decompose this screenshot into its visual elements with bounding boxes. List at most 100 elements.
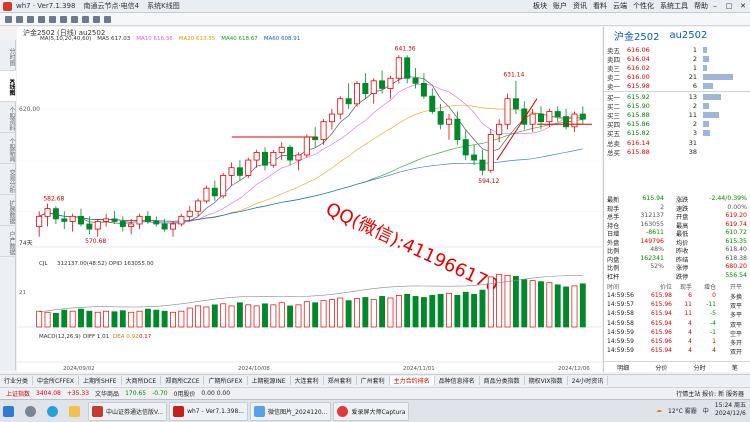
candle-body (479, 159, 486, 171)
orderbook-row[interactable]: 买五 615.82 3 (604, 129, 750, 138)
volume-bar (295, 304, 302, 328)
market-tab[interactable]: 中金所CFFEX (33, 376, 80, 385)
tab-extended[interactable]: 扩展数据 (0, 195, 16, 226)
quote-footer-tab[interactable]: 笔 (732, 363, 738, 372)
orderbook-row[interactable]: 总卖 616.14 31 (604, 138, 750, 148)
menu-board[interactable]: 板块 (533, 1, 547, 11)
market-tab[interactable]: 商品分类指数 (480, 376, 525, 385)
market-tab[interactable]: 大商所DCE (122, 376, 162, 385)
market-tab[interactable]: 上期所SHFE (79, 376, 122, 385)
app-title: wh7 · Ver7.1.398 (16, 2, 76, 10)
menu-cloud[interactable]: 云端 (613, 1, 627, 11)
stat-label: 昨收 (676, 248, 689, 255)
stat-value: 615.35 (725, 237, 747, 245)
trade-qty: 4 (688, 338, 692, 345)
trade-time: 14:59:58 (607, 319, 634, 327)
stat-value: -2.44/0.39% (709, 195, 747, 202)
volume-bar (236, 302, 243, 328)
market-tab[interactable]: 主力合约排名 (389, 376, 435, 385)
taskbar-pinned-edge[interactable] (44, 402, 64, 421)
volume-bar (446, 292, 452, 328)
taskbar-app-1[interactable]: 中山证券通达信版V... (88, 401, 168, 421)
stat-row: 内盘 162341 昨结 618.38 (604, 254, 750, 264)
volume-bar (571, 285, 578, 328)
quote-footer-tab[interactable]: 明细 (617, 363, 629, 372)
candle-body (462, 139, 469, 156)
col-open: 开平 (729, 284, 742, 291)
stat-label: 最低 (676, 231, 689, 238)
maximize-icon[interactable]: □ (724, 2, 734, 10)
orderbook-price: 615.92 (627, 92, 650, 101)
candle-body (61, 218, 68, 222)
tab-intraday[interactable]: 分时图 (0, 40, 16, 71)
menu-personal[interactable]: 个性化 (633, 1, 654, 11)
market-tab[interactable]: 上期能源INE (248, 376, 291, 385)
date-axis-label: 2024/11/01 (403, 366, 435, 372)
tab-product[interactable]: 户产数据 (0, 226, 16, 257)
taskbar-search[interactable] (22, 402, 42, 421)
candle-body (278, 146, 285, 153)
taskbar-pinned-folder[interactable] (66, 402, 86, 421)
volume-bar (579, 283, 586, 328)
trade-price: 615.94 (651, 310, 672, 318)
stat-row: 比例 52% 涨停 680.20 (604, 263, 750, 272)
menu-account[interactable]: 账户 (553, 1, 567, 11)
chart-area[interactable]: 641.36 631.14 594.12 582.68 570.68 620.00 74天 Q… (17, 27, 602, 372)
clock[interactable]: 15:24 周五 2024/12/6 (715, 402, 746, 418)
weather-icon[interactable]: ☁ (656, 407, 662, 414)
market-tab[interactable]: 大连套利 (291, 376, 324, 385)
quote-footer-tab[interactable]: 分价 (655, 363, 667, 372)
market-tab[interactable]: 行业分类 (0, 376, 34, 385)
candle-body (295, 154, 302, 161)
orderbook-row[interactable]: 卖四 616.04 2 (604, 54, 750, 64)
volume-bar (195, 305, 202, 328)
tab-kline[interactable]: K线图 (0, 71, 16, 102)
candle-body (170, 223, 176, 230)
stat-row: 现手 2 速跌 0.00% (604, 204, 750, 213)
orderbook-row[interactable]: 买一 615.92 13 (604, 92, 750, 102)
trade-open: 空平 (729, 330, 742, 338)
tab-analysis[interactable]: 交易分析 (0, 164, 16, 195)
orderbook-row[interactable]: 总买 615.88 38 (604, 147, 750, 157)
col-time: 时间 (607, 284, 620, 291)
close-icon[interactable]: ✕ (738, 2, 748, 10)
taskbar-app-2[interactable]: wh7 - Ver7.1.398... (169, 401, 248, 421)
quote-footer-tab[interactable]: 分时 (694, 363, 706, 372)
kline-chart-svg[interactable]: 641.36631.14594.12582.68570.68620.0074天 Q… (17, 27, 602, 372)
orderbook-row[interactable]: 卖一 615.98 6 (604, 82, 750, 91)
orderbook-row[interactable]: 卖三 616.02 1 (604, 63, 750, 73)
menu-news[interactable]: 资讯 (573, 1, 587, 11)
ime-indicator[interactable]: 中 (703, 406, 709, 415)
market-tab[interactable]: 广州套利 (357, 376, 390, 385)
market-tab[interactable]: 广期所GFEX (204, 376, 248, 385)
menu-help[interactable]: 帮助 (694, 1, 708, 11)
taskbar-app-3[interactable]: 微信图片_2024120... (250, 401, 332, 421)
minimize-icon[interactable]: – (710, 2, 720, 10)
orderbook-row[interactable]: 买二 615.90 2 (604, 101, 750, 111)
stat-value: 162341 (640, 254, 664, 262)
market-tab[interactable]: 郑州套利 (324, 376, 357, 385)
quote-footer-tabs: 明细 分价 分时 笔 (604, 361, 750, 372)
market-tab[interactable]: 品种信息排名 (435, 376, 480, 385)
orderbook-qty: 13 (688, 92, 697, 101)
orderbook-row[interactable]: 买四 615.86 2 (604, 120, 750, 129)
clock-time: 15:24 周五 (714, 402, 746, 409)
orderbook-row[interactable]: 卖二 616.00 21 (604, 73, 750, 82)
orderbook-row[interactable]: 卖五 616.06 1 (604, 45, 750, 55)
market-tab[interactable]: 24小时资讯 (568, 376, 609, 385)
trade-row: 14:59:56 615.98 6 0 多换 (604, 292, 750, 301)
orderbook-qty: 2 (692, 101, 697, 110)
market-tab[interactable]: 郑商所CZCE (161, 376, 205, 385)
orderbook-row[interactable]: 买三 615.88 11 (604, 110, 750, 120)
tab-info[interactable]: 个股资料 (0, 102, 16, 133)
volume-bar (287, 305, 294, 328)
menu-watch[interactable]: 看料 (593, 1, 607, 11)
tab-news[interactable]: 个股新闻 (0, 133, 16, 164)
stat-value: 618.38 (725, 254, 747, 262)
start-button[interactable] (0, 402, 20, 421)
market-tab[interactable]: 期权VIX指数 (525, 376, 568, 385)
menu-tools[interactable]: 系统工具 (660, 1, 688, 11)
taskbar-app-4[interactable]: 爱录屏大师Captura (333, 401, 410, 421)
volume-bar (186, 307, 193, 328)
price-extreme-label: 570.68 (85, 238, 106, 245)
